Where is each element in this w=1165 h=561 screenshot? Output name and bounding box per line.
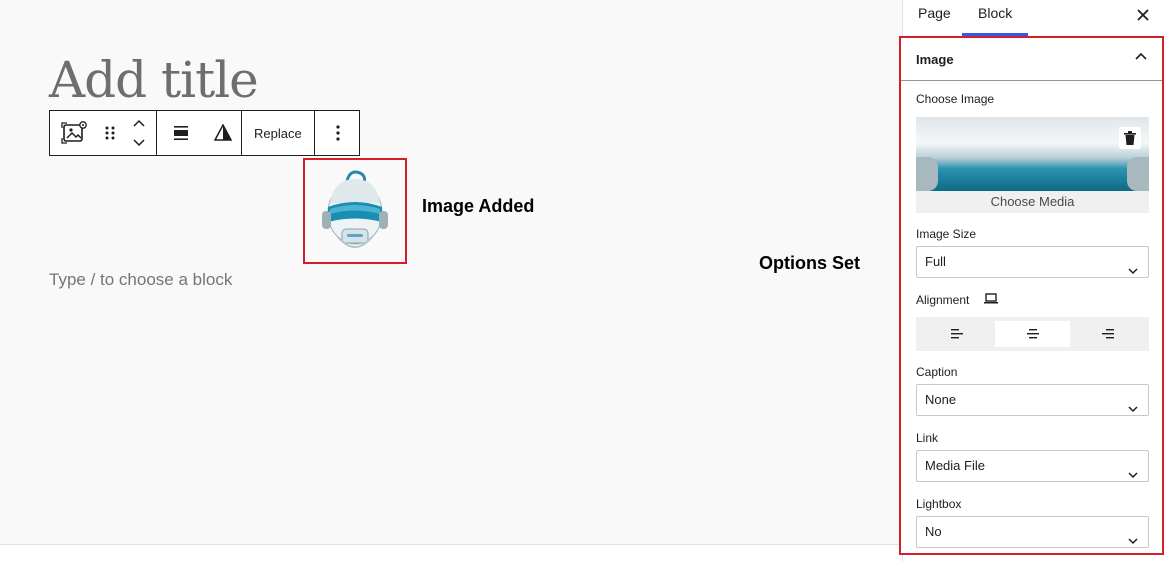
trash-icon[interactable] [1119,127,1141,149]
chevron-down-icon [1128,395,1138,425]
alignment-toggle-group [916,317,1149,351]
link-select[interactable]: Media File [916,450,1149,482]
choose-image-label: Choose Image [916,92,995,106]
lightbox-label: Lightbox [916,497,962,511]
toolbar-group-options [315,111,362,155]
annotation-options-set: Options Set [759,253,861,273]
image-settings-panel: Image Choose Image Choose Media Image Si… [899,36,1164,555]
chevron-down-icon [1128,461,1138,491]
replace-button[interactable]: Replace [242,111,314,155]
align-center-icon[interactable] [994,321,1071,347]
drag-handle-icon[interactable] [98,111,122,155]
toolbar-group-align [157,111,242,155]
sidebar-tabs: Page Block [903,0,1165,36]
chevron-down-icon [1128,257,1138,287]
more-options-icon[interactable] [315,111,362,155]
caption-label: Caption [916,365,958,379]
annotation-image-added: Image Added [422,196,535,216]
desktop-icon [983,293,999,308]
choose-media-button[interactable]: Choose Media [916,191,1149,213]
media-picker[interactable]: Choose Media [916,117,1149,213]
lightbox-value: No [925,524,942,539]
lightbox-select[interactable]: No [916,516,1149,548]
tab-block[interactable]: Block [962,0,1029,36]
editor-canvas: Add title Replace Image Added Options Se… [0,0,902,545]
duotone-filter-icon[interactable] [205,111,241,155]
align-right-icon[interactable] [1070,321,1146,347]
block-appender[interactable]: Type / to choose a block [49,270,232,290]
caption-value: None [925,392,957,407]
chevron-down-icon [1128,527,1138,557]
move-up-down-control[interactable] [122,111,156,155]
settings-sidebar: Page Block Image Choose Image Choose Med… [899,0,1165,561]
toolbar-group-block [50,111,157,155]
alignment-label: Alignment [916,293,999,308]
toolbar-group-replace: Replace [242,111,315,155]
post-title-placeholder[interactable]: Add title [49,50,259,110]
panel-title: Image [916,51,954,67]
robot-head-image [322,170,388,248]
image-block-icon[interactable] [50,111,98,155]
panel-header[interactable]: Image [901,38,1162,81]
link-value: Media File [925,458,985,473]
image-size-label: Image Size [916,227,977,241]
image-block[interactable] [303,158,407,264]
align-left-icon[interactable] [919,321,995,347]
chevron-up-icon[interactable] [1134,50,1148,69]
image-size-value: Full [925,254,946,269]
link-label: Link [916,431,939,445]
tab-page[interactable]: Page [918,0,951,36]
close-icon[interactable] [1137,5,1149,26]
caption-select[interactable]: None [916,384,1149,416]
media-preview [916,117,1149,191]
align-icon[interactable] [157,111,205,155]
block-toolbar: Replace [49,110,360,156]
image-size-select[interactable]: Full [916,246,1149,278]
alignment-label-text: Alignment [916,293,970,307]
